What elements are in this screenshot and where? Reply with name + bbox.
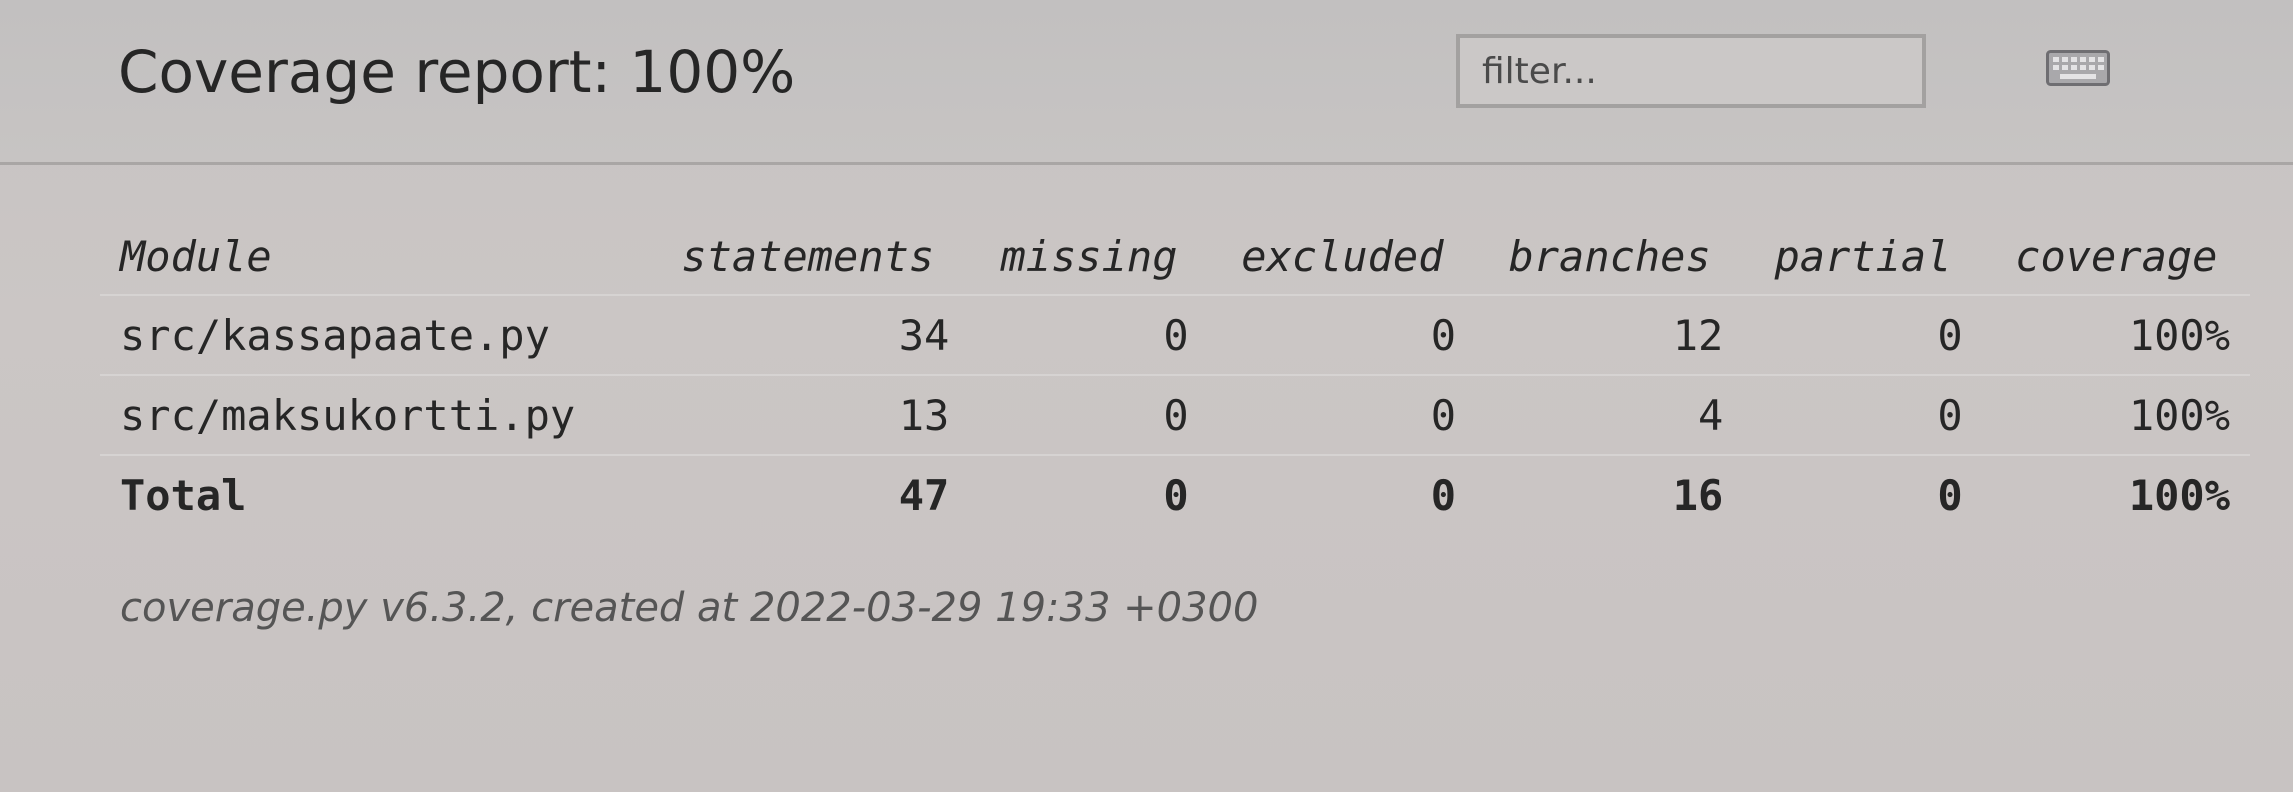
total-partial: 0: [1937, 470, 1963, 520]
partial-cell: 0: [1743, 375, 1983, 456]
keyboard-icon[interactable]: [2046, 50, 2110, 86]
column-header-partial[interactable]: partial: [1743, 218, 1983, 296]
partial-cell: 0: [1743, 295, 1983, 376]
report-header: Coverage report: 100%: [0, 0, 2293, 165]
total-statements: 47: [898, 470, 950, 520]
statements-cell: 13: [646, 375, 970, 456]
total-missing: 0: [1163, 470, 1189, 520]
column-header-coverage[interactable]: coverage: [1982, 218, 2250, 296]
coverage-cell: 100%: [1982, 375, 2250, 456]
coverage-table: Module statements missing excluded branc…: [100, 218, 2250, 534]
excluded-cell: 0: [1208, 375, 1476, 456]
table-header-row: Module statements missing excluded branc…: [100, 218, 2250, 296]
missing-cell: 0: [969, 375, 1209, 456]
total-coverage: 100%: [2128, 470, 2230, 520]
excluded-cell: 0: [1208, 295, 1476, 376]
total-excluded: 0: [1430, 470, 1456, 520]
footer-created-info: coverage.py v6.3.2, created at 2022-03-2…: [120, 585, 1259, 631]
column-header-statements[interactable]: statements: [646, 218, 970, 296]
total-row: Total 47 0 0 16 0 100%: [100, 455, 2250, 534]
column-header-branches[interactable]: branches: [1475, 218, 1744, 296]
branches-cell: 12: [1475, 295, 1744, 376]
module-link[interactable]: src/maksukortti.py: [100, 375, 647, 456]
column-header-missing[interactable]: missing: [969, 218, 1209, 296]
total-label: Total: [120, 470, 247, 520]
branches-cell: 4: [1475, 375, 1744, 456]
missing-cell: 0: [969, 295, 1209, 376]
table-row: src/maksukortti.py 13 0 0 4 0 100%: [100, 375, 2250, 456]
filter-input[interactable]: [1456, 34, 1926, 108]
module-link[interactable]: src/kassapaate.py: [100, 295, 647, 376]
total-branches: 16: [1672, 470, 1724, 520]
column-header-module[interactable]: Module: [100, 218, 647, 296]
page-title: Coverage report: 100%: [118, 38, 796, 106]
table-row: src/kassapaate.py 34 0 0 12 0 100%: [100, 295, 2250, 376]
coverage-cell: 100%: [1982, 295, 2250, 376]
column-header-excluded[interactable]: excluded: [1208, 218, 1476, 296]
statements-cell: 34: [646, 295, 970, 376]
